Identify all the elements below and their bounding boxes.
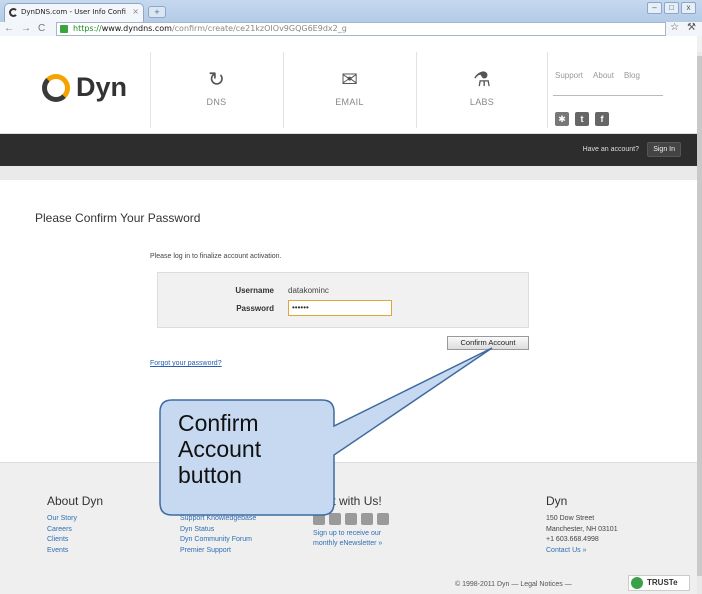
envelope-icon: ✉	[341, 69, 358, 91]
login-form: Username datakominc Password ••••••	[157, 272, 529, 328]
star-icon[interactable]: ☆	[670, 22, 679, 33]
callout-line-2: Account	[178, 436, 262, 462]
facebook-icon[interactable]	[329, 513, 341, 525]
facebook-icon[interactable]: f	[595, 112, 609, 126]
linkedin-icon[interactable]	[361, 513, 373, 525]
username-value: datakominc	[288, 286, 329, 295]
events-link[interactable]: Events	[47, 546, 77, 557]
have-account-text: Have an account?	[582, 146, 639, 153]
youtube-icon[interactable]	[345, 513, 357, 525]
footer-support-links: Support Knowledgebase Dyn Status Dyn Com…	[180, 514, 256, 556]
support-kb-link[interactable]: Support Knowledgebase	[180, 514, 256, 525]
callout-text: Confirm Account button	[178, 410, 318, 488]
about-link[interactable]: About	[593, 71, 614, 80]
blog-link[interactable]: Blog	[624, 71, 640, 80]
browser-toolbar: ← → C https://www.dyndns.com/confirm/cre…	[0, 22, 702, 36]
reload-icon[interactable]: C	[38, 23, 45, 34]
tab-close-icon[interactable]: ×	[132, 7, 139, 16]
footer-connect-heading: nect with Us!	[313, 494, 382, 508]
wrench-icon[interactable]: ⚒	[687, 22, 696, 33]
clients-link[interactable]: Clients	[47, 535, 77, 546]
password-label: Password	[236, 304, 274, 313]
utility-links: Support About Blog	[555, 71, 640, 80]
nav-email[interactable]: ✉ EMAIL	[283, 52, 415, 128]
window-controls: – □ x	[647, 2, 696, 14]
nav-email-label: EMAIL	[335, 97, 364, 107]
scrollbar-thumb[interactable]	[697, 56, 702, 576]
back-arrow-icon[interactable]: ←	[4, 23, 14, 34]
newsletter-line-2: monthly eNewsletter »	[313, 540, 383, 547]
maximize-button[interactable]: □	[664, 2, 679, 14]
account-bar: Have an account? Sign In	[0, 134, 697, 166]
forgot-password-link[interactable]: Forgot your password?	[150, 360, 222, 367]
dyn-logo-icon	[42, 73, 70, 102]
footer: About Dyn Our Story Careers Clients Even…	[0, 462, 697, 594]
dyn-status-link[interactable]: Dyn Status	[180, 525, 256, 536]
flask-icon: ⚗	[473, 69, 491, 91]
twitter-icon[interactable]: t	[575, 112, 589, 126]
truste-badge[interactable]: TRUSTe	[628, 575, 690, 591]
careers-link[interactable]: Careers	[47, 525, 77, 536]
nav-dns[interactable]: ↻ DNS	[150, 52, 282, 128]
username-label: Username	[235, 286, 274, 295]
footer-about-links: Our Story Careers Clients Events	[47, 514, 77, 556]
sign-in-button[interactable]: Sign In	[647, 142, 681, 157]
flag-uk-icon[interactable]: ✱	[555, 112, 569, 126]
footer-about-heading: About Dyn	[47, 494, 104, 508]
header-social-icons: ✱ t f	[555, 112, 609, 126]
address-line-1: 150 Dow Street	[546, 515, 595, 522]
dns-icon: ↻	[208, 69, 225, 91]
instructions-text: Please log in to finalize account activa…	[150, 253, 282, 260]
nav-labs[interactable]: ⚗ LABS	[416, 52, 548, 128]
nav-dns-label: DNS	[206, 97, 227, 107]
footer-contact: 150 Dow Street Manchester, NH 03101 +1 6…	[546, 514, 618, 556]
dyn-logo[interactable]: Dyn	[42, 72, 127, 103]
page-title: Please Confirm Your Password	[35, 211, 201, 225]
header-band	[0, 166, 697, 180]
address-bar[interactable]: https://www.dyndns.com/confirm/create/ce…	[56, 22, 666, 36]
password-field[interactable]: ••••••	[288, 300, 392, 316]
dyn-favicon-icon	[9, 8, 18, 17]
divider	[553, 95, 663, 96]
callout-line-3: button	[178, 462, 242, 488]
main-content: Please Confirm Your Password Please log …	[0, 180, 697, 462]
address-line-2: Manchester, NH 03101	[546, 525, 618, 533]
forward-arrow-icon[interactable]: →	[21, 23, 31, 34]
copyright-text: © 1998-2011 Dyn — Legal Notices —	[455, 581, 572, 588]
footer-contact-heading: Dyn	[546, 494, 568, 508]
browser-tab[interactable]: DynDNS.com - User Info Confi ×	[4, 3, 144, 22]
newsletter-link[interactable]: Sign up to receive our monthly eNewslett…	[313, 529, 382, 549]
support-link[interactable]: Support	[555, 71, 583, 80]
close-window-button[interactable]: x	[681, 2, 696, 14]
vertical-scrollbar[interactable]	[697, 52, 702, 594]
email-icon[interactable]	[377, 513, 389, 525]
newsletter-line-1: Sign up to receive our	[313, 530, 382, 537]
tab-title: DynDNS.com - User Info Confi	[21, 8, 126, 16]
callout-line-1: Confirm	[178, 410, 259, 436]
logo-text: Dyn	[76, 72, 128, 102]
contact-us-link[interactable]: Contact Us »	[546, 546, 618, 557]
phone: +1 603.668.4998	[546, 536, 599, 543]
url-host: www.dyndns.com	[101, 24, 172, 33]
minimize-button[interactable]: –	[647, 2, 662, 14]
twitter-icon[interactable]	[313, 513, 325, 525]
url-path: /confirm/create/ce21kzOIOv9GQG6E9dx2_g	[171, 24, 347, 33]
new-tab-button[interactable]: +	[148, 6, 166, 18]
our-story-link[interactable]: Our Story	[47, 514, 77, 525]
footer-social-icons	[313, 513, 389, 525]
ssl-lock-icon	[60, 25, 68, 33]
premier-support-link[interactable]: Premier Support	[180, 546, 256, 557]
confirm-account-button[interactable]: Confirm Account	[447, 336, 529, 350]
nav-labs-label: LABS	[469, 97, 495, 107]
url-scheme: https://	[73, 24, 102, 33]
community-forum-link[interactable]: Dyn Community Forum	[180, 535, 256, 546]
